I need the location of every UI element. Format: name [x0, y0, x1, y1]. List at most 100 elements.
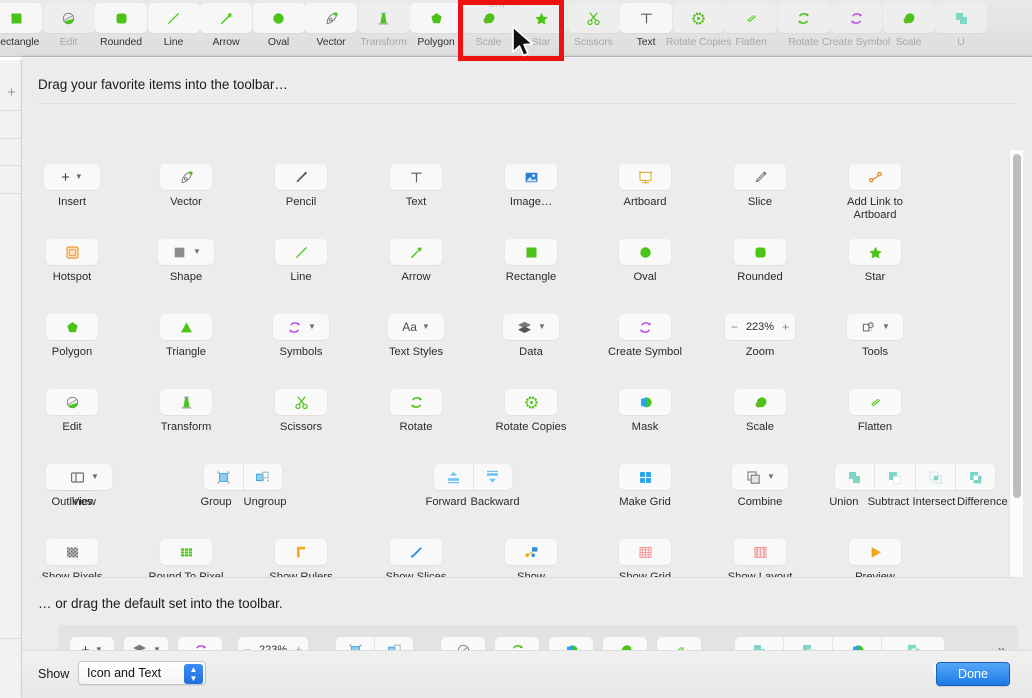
polygon-icon[interactable] [46, 314, 98, 340]
group-icon[interactable] [205, 464, 243, 490]
palette-item-show-grid[interactable]: Show Grid [583, 539, 707, 577]
intersect-icon[interactable] [916, 464, 955, 490]
star-icon[interactable] [849, 239, 901, 265]
rotate-icon[interactable] [777, 3, 830, 33]
green-square-icon[interactable] [505, 239, 557, 265]
line-icon[interactable] [275, 239, 327, 265]
shape-square-icon[interactable]: ▼ [158, 239, 214, 265]
toolbar-item-arrow[interactable]: Arrow [196, 3, 256, 55]
palette-item-make-grid[interactable]: Make Grid [583, 464, 707, 509]
toolbar-item-rounded[interactable]: Rounded [91, 3, 151, 55]
pencil-icon[interactable] [275, 164, 327, 190]
green-square-icon[interactable] [0, 3, 42, 33]
scissors-icon[interactable] [567, 3, 620, 33]
transform-icon[interactable] [357, 3, 410, 33]
toolbar-item-scale[interactable]: Scale [459, 3, 519, 55]
backward-icon[interactable] [474, 464, 512, 490]
palette-item-artboard[interactable]: Artboard [583, 164, 707, 209]
done-button[interactable]: Done [936, 662, 1010, 686]
union-icon[interactable] [835, 464, 874, 490]
palette-item-polygon[interactable]: Polygon [22, 314, 134, 359]
show-pixels-icon[interactable] [46, 539, 98, 565]
palette-item-arrow[interactable]: Arrow [354, 239, 478, 284]
union-icon[interactable] [935, 3, 987, 33]
preview-play-icon[interactable] [849, 539, 901, 565]
text-icon[interactable] [620, 3, 672, 33]
palette-item-hotspot[interactable]: Hotspot [22, 239, 134, 284]
scissors-icon[interactable] [275, 389, 327, 415]
scale-icon[interactable] [882, 3, 935, 33]
flatten-icon[interactable] [725, 3, 777, 33]
toolbar-item-edit[interactable]: Edit [39, 3, 99, 55]
palette-item-shape[interactable]: ▼ Shape [124, 239, 248, 284]
aa-icon[interactable]: Aa ▼ [388, 314, 444, 340]
rounded-rect-icon[interactable] [95, 3, 147, 33]
combine-icon[interactable]: ▼ [732, 464, 788, 490]
plus-icon[interactable]: + ▼ [44, 164, 100, 190]
toolbar-item-create-symbol[interactable]: Create Symbol [822, 3, 890, 55]
palette-item-round-to-pixel[interactable]: Round To Pixel [124, 539, 248, 577]
flatten-icon[interactable] [849, 389, 901, 415]
palette-item-zoom[interactable]: −223% + Zoom [698, 314, 822, 359]
create-symbol-icon[interactable] [830, 3, 882, 33]
create-symbol-icon[interactable]: ▼ [273, 314, 329, 340]
zoom-plus-icon[interactable]: + [782, 320, 789, 334]
palette-item-tools[interactable]: ▼ Tools [813, 314, 937, 359]
toolbar-item-polygon[interactable]: Polygon [406, 3, 466, 55]
show-prototyping-icon[interactable] [505, 539, 557, 565]
rounded-rect-icon[interactable] [734, 239, 786, 265]
view-icon[interactable]: ▼ [56, 464, 112, 490]
show-grid-icon[interactable] [619, 539, 671, 565]
show-select[interactable]: Icon and Text ▲ ▼ [78, 661, 206, 685]
palette-item-vector[interactable]: Vector [124, 164, 248, 209]
palette-item-scissors[interactable]: Scissors [239, 389, 363, 434]
rotate-copies-icon[interactable] [505, 389, 557, 415]
palette-item-add-link-to-artboard[interactable]: Add Link to Artboard [813, 164, 937, 222]
segmented-pair[interactable] [434, 464, 512, 490]
show-layout-icon[interactable] [734, 539, 786, 565]
palette-item-show-pixels[interactable]: Show Pixels [22, 539, 134, 577]
scale-icon[interactable] [734, 389, 786, 415]
toolbar-item-scale[interactable]: Scale [879, 3, 939, 55]
palette-item-combine[interactable]: ▼ Combine [698, 464, 822, 509]
vector-pen-icon[interactable] [160, 164, 212, 190]
zoom-minus-icon[interactable]: − [731, 320, 738, 334]
palette-item-text-styles[interactable]: Aa ▼ Text Styles [354, 314, 478, 359]
transform-icon[interactable] [160, 389, 212, 415]
palette-item-symbols[interactable]: ▼ Symbols [239, 314, 363, 359]
palette-item-group[interactable]: Group Ungroup [181, 464, 305, 508]
show-slices-icon[interactable] [390, 539, 442, 565]
palette-item-oval[interactable]: Oval [583, 239, 707, 284]
palette-item-rectangle[interactable]: Rectangle [469, 239, 593, 284]
toolbar-item-rotate-copies[interactable]: Rotate Copies [666, 3, 731, 55]
palette-item-edit[interactable]: Edit [22, 389, 134, 434]
palette-item-rotate-copies[interactable]: Rotate Copies [469, 389, 593, 434]
palette-item-create-symbol[interactable]: Create Symbol [583, 314, 707, 359]
toolbar-item-flatten[interactable]: Flatten [721, 3, 781, 55]
artboard-icon[interactable] [619, 164, 671, 190]
add-layer-icon[interactable]: + [6, 85, 17, 100]
ungroup-icon[interactable] [244, 464, 282, 490]
edit-shape-icon[interactable] [46, 389, 98, 415]
create-symbol-icon[interactable] [619, 314, 671, 340]
palette-item-data[interactable]: ▼ Data [469, 314, 593, 359]
palette-item-text[interactable]: Text [354, 164, 478, 209]
zoom-stepper[interactable]: −223% + [725, 314, 795, 340]
oval-icon[interactable] [252, 3, 305, 33]
palette-item-view[interactable]: ▼ View [22, 464, 146, 509]
toolbar-item-vector[interactable]: Vector [301, 3, 361, 55]
palette-item-rounded[interactable]: Rounded [698, 239, 822, 284]
mask-icon[interactable] [619, 389, 671, 415]
arrow-icon[interactable] [390, 239, 442, 265]
palette-item-insert[interactable]: + ▼ Insert [22, 164, 134, 209]
toolbar-item-line[interactable]: Line [144, 3, 204, 55]
toolbar-item-transform[interactable]: Transform [354, 3, 414, 55]
arrow-icon[interactable] [200, 3, 252, 33]
difference-icon[interactable] [956, 464, 995, 490]
toolbar-item-u[interactable]: U [931, 3, 991, 55]
palette-item-rotate[interactable]: Rotate [354, 389, 478, 434]
palette-item-mask[interactable]: Mask [583, 389, 707, 434]
segmented-boolean-ops[interactable] [835, 464, 995, 490]
palette-item-transform[interactable]: Transform [124, 389, 248, 434]
palette-item-line[interactable]: Line [239, 239, 363, 284]
